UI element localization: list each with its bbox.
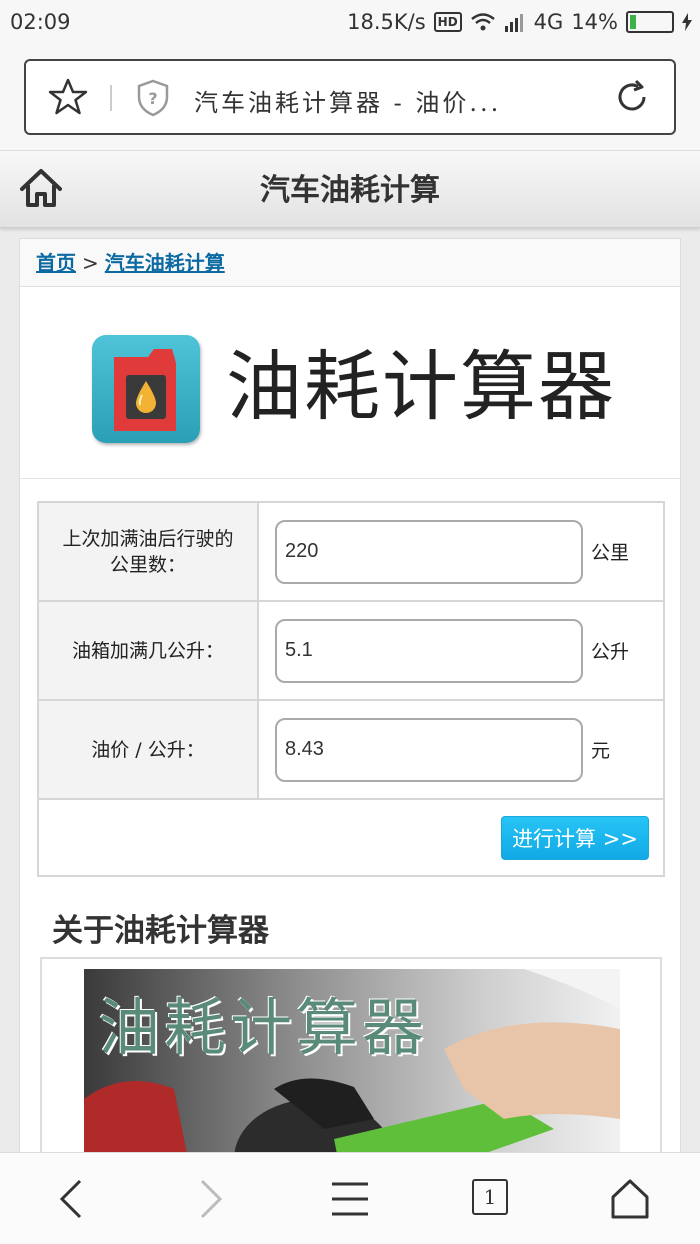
image-caption: 油耗计算器	[98, 991, 429, 1064]
price-label: 油价 / 公升：	[39, 701, 259, 798]
form-row-distance: 上次加满油后行驶的公里数： 公里	[39, 503, 663, 602]
fuel-input[interactable]	[275, 618, 583, 683]
fuel-label: 油箱加满几公升：	[39, 602, 259, 699]
tabs-count-button[interactable]: 1	[472, 1179, 508, 1215]
address-bar[interactable]: ? 汽车油耗计算器 - 油价...	[24, 59, 676, 135]
hero-banner: 油耗计算器	[20, 287, 680, 479]
breadcrumb: 首页 > 汽车油耗计算	[20, 239, 680, 287]
status-bar: 02:09 18.5K/s HD 4G 14%	[0, 0, 700, 46]
breadcrumb-current-link[interactable]: 汽车油耗计算	[105, 251, 225, 275]
content-card: 首页>汽车油耗计算 油耗计算器 上次加满油后行驶的公里数： 公里 油箱加满几公升…	[19, 238, 681, 1189]
charging-icon	[682, 13, 692, 31]
fuel-unit: 公升	[591, 641, 630, 663]
distance-input[interactable]	[275, 519, 583, 584]
battery-icon	[626, 11, 674, 33]
form-row-fuel: 油箱加满几公升： 公升	[39, 602, 663, 701]
page-title-in-url[interactable]: 汽车油耗计算器 - 油价...	[194, 83, 501, 118]
network-type: 4G	[533, 10, 564, 34]
signal-icon	[504, 14, 523, 32]
about-heading: 关于油耗计算器	[52, 913, 269, 949]
form-row-price: 油价 / 公升： 元	[39, 701, 663, 800]
page-title: 汽车油耗计算	[260, 173, 440, 208]
browser-bottom-nav: 1	[0, 1152, 700, 1244]
star-icon[interactable]	[48, 77, 88, 117]
battery-percent: 14%	[571, 10, 618, 34]
back-icon[interactable]	[56, 1177, 86, 1221]
calculate-button[interactable]: 进行计算 >>	[501, 816, 649, 860]
shield-question-icon[interactable]: ?	[136, 79, 170, 117]
reload-icon[interactable]	[612, 77, 652, 117]
site-header: 汽车油耗计算	[0, 150, 700, 228]
calculator-form: 上次加满油后行驶的公里数： 公里 油箱加满几公升： 公升 油价 / 公升： 元 …	[37, 501, 665, 877]
price-unit: 元	[591, 740, 611, 762]
hero-title: 油耗计算器	[226, 342, 616, 431]
breadcrumb-home-link[interactable]: 首页	[36, 251, 76, 275]
distance-unit: 公里	[591, 542, 630, 564]
forward-icon[interactable]	[196, 1177, 226, 1221]
breadcrumb-separator: >	[82, 251, 99, 275]
svg-text:?: ?	[148, 89, 157, 108]
wifi-icon	[470, 13, 495, 31]
clock: 02:09	[10, 10, 71, 34]
price-input[interactable]	[275, 717, 583, 782]
menu-icon[interactable]	[330, 1181, 370, 1217]
home-nav-icon[interactable]	[610, 1177, 650, 1221]
oil-can-icon	[92, 335, 200, 443]
distance-label: 上次加满油后行驶的公里数：	[39, 503, 259, 600]
browser-toolbar: ? 汽车油耗计算器 - 油价...	[0, 46, 700, 150]
hd-badge: HD	[433, 12, 462, 32]
network-speed: 18.5K/s	[347, 10, 426, 34]
about-image-frame: 油耗计算器	[40, 957, 662, 1189]
